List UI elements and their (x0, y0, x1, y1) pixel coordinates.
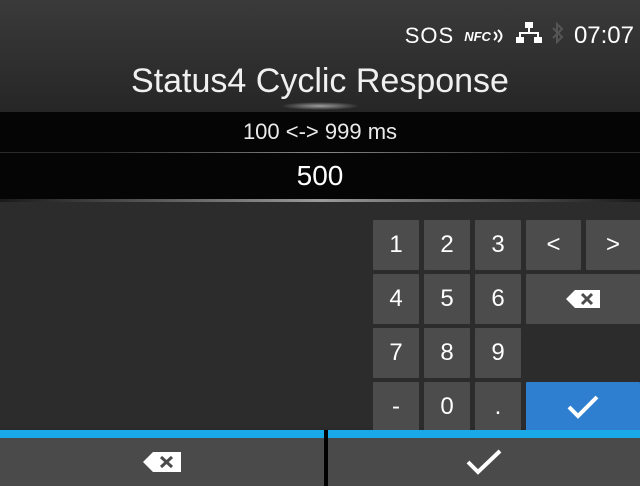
network-icon (515, 21, 542, 51)
backspace-key[interactable] (526, 274, 640, 324)
softkey-bar (0, 430, 640, 486)
key-9[interactable]: 9 (475, 328, 521, 378)
key-decimal[interactable]: . (475, 382, 521, 432)
header: SOS NFC 07:07 Status4 Cyclic Response (0, 0, 640, 112)
key-cursor-right[interactable]: > (586, 220, 640, 270)
key-0[interactable]: 0 (424, 382, 470, 432)
page-title: Status4 Cyclic Response (131, 62, 509, 100)
key-1[interactable]: 1 (373, 220, 419, 270)
key-minus[interactable]: - (373, 382, 419, 432)
title-glow (280, 102, 360, 110)
key-7[interactable]: 7 (373, 328, 419, 378)
check-icon (566, 394, 600, 420)
confirm-softkey[interactable] (328, 430, 640, 486)
key-cursor-left[interactable]: < (526, 220, 581, 270)
key-8[interactable]: 8 (424, 328, 470, 378)
nfc-icon: NFC (464, 28, 506, 44)
sos-indicator: SOS (404, 23, 455, 48)
backspace-icon (142, 451, 182, 473)
printer-screen: SOS NFC 07:07 Status4 Cyclic Response 10… (0, 0, 640, 486)
key-4[interactable]: 4 (373, 274, 419, 324)
key-5[interactable]: 5 (424, 274, 470, 324)
enter-key[interactable] (526, 382, 640, 432)
bluetooth-icon (552, 21, 564, 50)
value-range: 100 <-> 999 ms (0, 112, 640, 152)
value-input[interactable]: 500 (0, 153, 640, 199)
key-3[interactable]: 3 (475, 220, 521, 270)
key-6[interactable]: 6 (475, 274, 521, 324)
clock: 07:07 (573, 22, 634, 49)
keypad: 1 2 3 < > 4 5 6 7 8 9 - 0 . (0, 202, 640, 432)
cancel-softkey[interactable] (0, 430, 324, 486)
backspace-icon (565, 289, 601, 309)
status-bar: SOS NFC 07:07 (405, 18, 634, 54)
check-icon (465, 448, 503, 476)
key-2[interactable]: 2 (424, 220, 470, 270)
